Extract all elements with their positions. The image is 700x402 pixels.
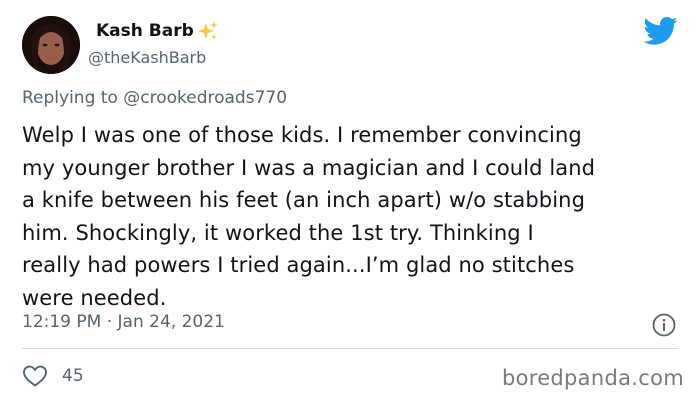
tweet-body-line: my younger brother I was a magician and … — [22, 155, 596, 180]
replying-to-prefix: Replying to — [22, 88, 124, 108]
replying-to-mention[interactable]: @crookedroads770 — [123, 88, 287, 108]
twitter-bird-icon[interactable] — [643, 16, 678, 46]
watermark: boredpanda.com — [501, 366, 684, 390]
tweet-body-line: were needed. — [22, 285, 167, 310]
tweet-body-line: Welp I was one of those kids. I remember… — [22, 123, 582, 147]
tweet-body-line: really had powers I tried again...I’m gl… — [22, 253, 575, 277]
replying-to: Replying to @crookedroads770 — [22, 88, 287, 108]
display-name[interactable]: Kash Barb — [96, 21, 194, 41]
info-icon[interactable] — [651, 312, 677, 338]
display-name-row[interactable]: Kash Barb — [96, 20, 219, 42]
user-handle[interactable]: @theKashBarb — [88, 48, 206, 67]
tweet-body-line: a knife between his feet (an inch apart)… — [22, 188, 585, 212]
like-count: 45 — [62, 366, 84, 386]
heart-icon[interactable] — [22, 364, 48, 388]
tweet-card: Kash Barb @theKashBarb Replying to @croo… — [0, 0, 700, 402]
divider — [22, 348, 678, 349]
tweet-timestamp[interactable]: 12:19 PM · Jan 24, 2021 — [22, 312, 225, 332]
like-button[interactable]: 45 — [22, 364, 84, 388]
avatar[interactable] — [22, 16, 80, 74]
tweet-body: Welp I was one of those kids. I remember… — [22, 119, 687, 314]
tweet-body-line: him. Shockingly, it worked the 1st try. … — [22, 220, 534, 245]
sparkles-icon — [197, 20, 219, 42]
